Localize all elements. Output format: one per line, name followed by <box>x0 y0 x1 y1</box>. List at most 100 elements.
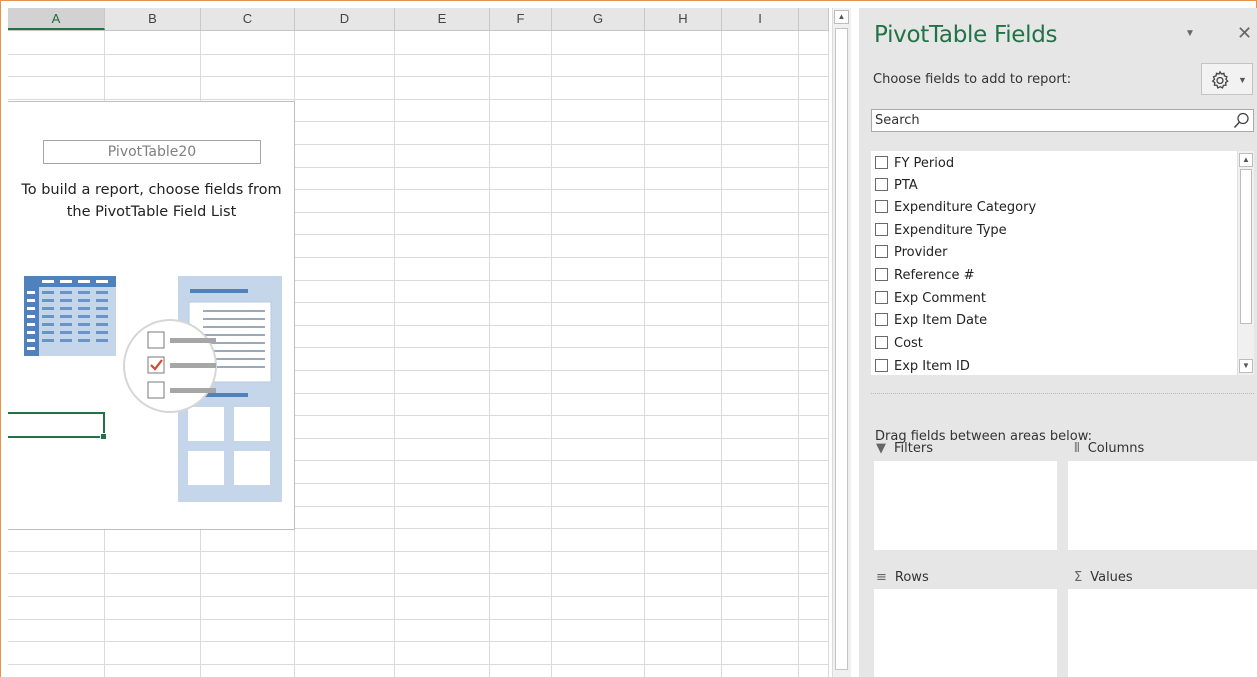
field-item[interactable]: Reference # <box>875 265 975 287</box>
column-header[interactable]: G <box>552 8 645 30</box>
column-header[interactable]: I <box>722 8 799 30</box>
values-label: Values <box>1090 570 1133 585</box>
pane-title: PivotTable Fields <box>874 22 1058 48</box>
field-label: Expenditure Category <box>894 200 1037 215</box>
field-item[interactable]: Exp Item Date <box>875 310 987 332</box>
field-checkbox[interactable] <box>875 177 888 191</box>
close-icon[interactable]: ✕ <box>1237 23 1252 44</box>
field-checkbox[interactable] <box>875 244 888 258</box>
field-list: FY Period PTA Expenditure Category Expen… <box>871 151 1254 375</box>
field-item[interactable]: Expenditure Category <box>875 197 1036 219</box>
grid-column-line <box>798 31 799 677</box>
column-header[interactable]: B <box>105 8 201 30</box>
cell-grid[interactable]: PivotTable20 To build a report, choose f… <box>8 31 829 677</box>
field-checkbox[interactable] <box>875 155 888 169</box>
grid-column-line <box>394 31 395 677</box>
pivottable-hint-line2: the PivotTable Field List <box>66 204 237 220</box>
search-box[interactable] <box>871 109 1254 132</box>
field-item[interactable]: Expenditure Type <box>875 220 1007 242</box>
column-header[interactable]: A <box>8 8 105 30</box>
scroll-up-arrow-icon[interactable]: ▲ <box>1239 153 1253 167</box>
column-headers: ABCDEFGHI <box>8 8 829 31</box>
grid-column-line <box>489 31 490 677</box>
checklist-graphic-icon <box>123 319 217 413</box>
field-checkbox[interactable] <box>875 199 888 213</box>
scroll-down-arrow-icon[interactable]: ▼ <box>1239 359 1253 373</box>
pane-options-dropdown-icon[interactable]: ▼ <box>1185 28 1195 39</box>
values-drop-area[interactable] <box>1068 589 1257 677</box>
field-checkbox[interactable] <box>875 222 888 236</box>
field-label: FY Period <box>894 156 955 171</box>
field-label: Expenditure Type <box>894 223 1007 238</box>
field-label: Cost <box>894 336 923 351</box>
filter-icon: ▼ <box>876 441 886 456</box>
sheet-vertical-scrollbar[interactable]: ▲ <box>832 8 851 677</box>
columns-area-title: ⦀ Columns <box>1074 441 1144 456</box>
grid-row-line <box>8 641 829 642</box>
filters-label: Filters <box>894 441 933 456</box>
grid-column-line <box>828 31 829 677</box>
filters-drop-area[interactable] <box>874 461 1057 550</box>
field-list-scrollbar[interactable]: ▲ ▼ <box>1237 151 1254 375</box>
grid-row-line <box>8 99 829 100</box>
selected-cell[interactable] <box>8 412 107 440</box>
choose-fields-label: Choose fields to add to report: <box>873 72 1072 87</box>
grid-row-line <box>8 573 829 574</box>
grid-column-line <box>644 31 645 677</box>
worksheet: ABCDEFGHI PivotTable20 To build a report… <box>8 8 829 677</box>
column-header[interactable]: C <box>201 8 295 30</box>
field-checkbox[interactable] <box>875 290 888 304</box>
grid-row-line <box>8 551 829 552</box>
grid-row-line <box>8 664 829 665</box>
field-label: Exp Item Date <box>894 313 988 328</box>
column-header[interactable]: E <box>395 8 490 30</box>
values-area-title: Σ Values <box>1074 570 1133 585</box>
field-label: Reference # <box>894 268 975 283</box>
field-item[interactable]: Provider <box>875 242 948 264</box>
pivottable-illustration-icon <box>24 276 282 502</box>
field-label: Exp Comment <box>894 291 986 306</box>
rows-area-title: ≡ Rows <box>876 570 929 585</box>
scroll-thumb[interactable] <box>835 28 848 670</box>
field-label: Provider <box>894 245 948 260</box>
rows-drop-area[interactable] <box>874 589 1057 677</box>
grid-row-line <box>8 596 829 597</box>
search-icon[interactable] <box>1233 112 1250 129</box>
scroll-up-arrow-icon[interactable]: ▲ <box>834 10 849 24</box>
rows-icon: ≡ <box>876 570 887 585</box>
field-checkbox[interactable] <box>875 312 888 326</box>
pivottable-hint: To build a report, choose fields from th… <box>8 179 295 223</box>
column-header[interactable]: H <box>645 8 722 30</box>
field-item[interactable]: PTA <box>875 175 918 197</box>
field-item[interactable]: Exp Comment <box>875 288 986 310</box>
gear-icon <box>1211 70 1229 89</box>
field-checkbox[interactable] <box>875 358 888 372</box>
pivottable-placeholder[interactable]: PivotTable20 To build a report, choose f… <box>8 101 295 530</box>
columns-label: Columns <box>1087 441 1145 456</box>
pivottable-name: PivotTable20 <box>43 140 261 164</box>
columns-icon: ⦀ <box>1074 441 1080 456</box>
column-header[interactable] <box>799 8 829 30</box>
field-label: PTA <box>894 178 918 193</box>
pivottable-hint-line1: To build a report, choose fields from <box>21 182 282 198</box>
table-graphic-icon <box>24 276 116 356</box>
field-checkbox[interactable] <box>875 267 888 281</box>
grid-row-line <box>8 619 829 620</box>
column-header[interactable]: D <box>295 8 395 30</box>
chevron-down-icon: ▼ <box>1238 75 1247 85</box>
field-label: Exp Item ID <box>894 359 970 374</box>
grid-row-line <box>8 76 829 77</box>
search-input[interactable] <box>875 112 1220 129</box>
field-checkbox[interactable] <box>875 335 888 349</box>
pivottable-fields-pane: PivotTable Fields ▼ ✕ Choose fields to a… <box>859 8 1257 677</box>
divider <box>871 393 1254 394</box>
sigma-icon: Σ <box>1074 570 1083 585</box>
tools-button[interactable]: ▼ <box>1201 63 1253 95</box>
scroll-thumb[interactable] <box>1240 169 1252 324</box>
field-item[interactable]: Exp Item ID <box>875 356 970 375</box>
field-item[interactable]: FY Period <box>875 153 954 175</box>
field-item[interactable]: Cost <box>875 333 923 355</box>
rows-label: Rows <box>894 570 929 585</box>
column-header[interactable]: F <box>490 8 552 30</box>
columns-drop-area[interactable] <box>1068 461 1257 550</box>
